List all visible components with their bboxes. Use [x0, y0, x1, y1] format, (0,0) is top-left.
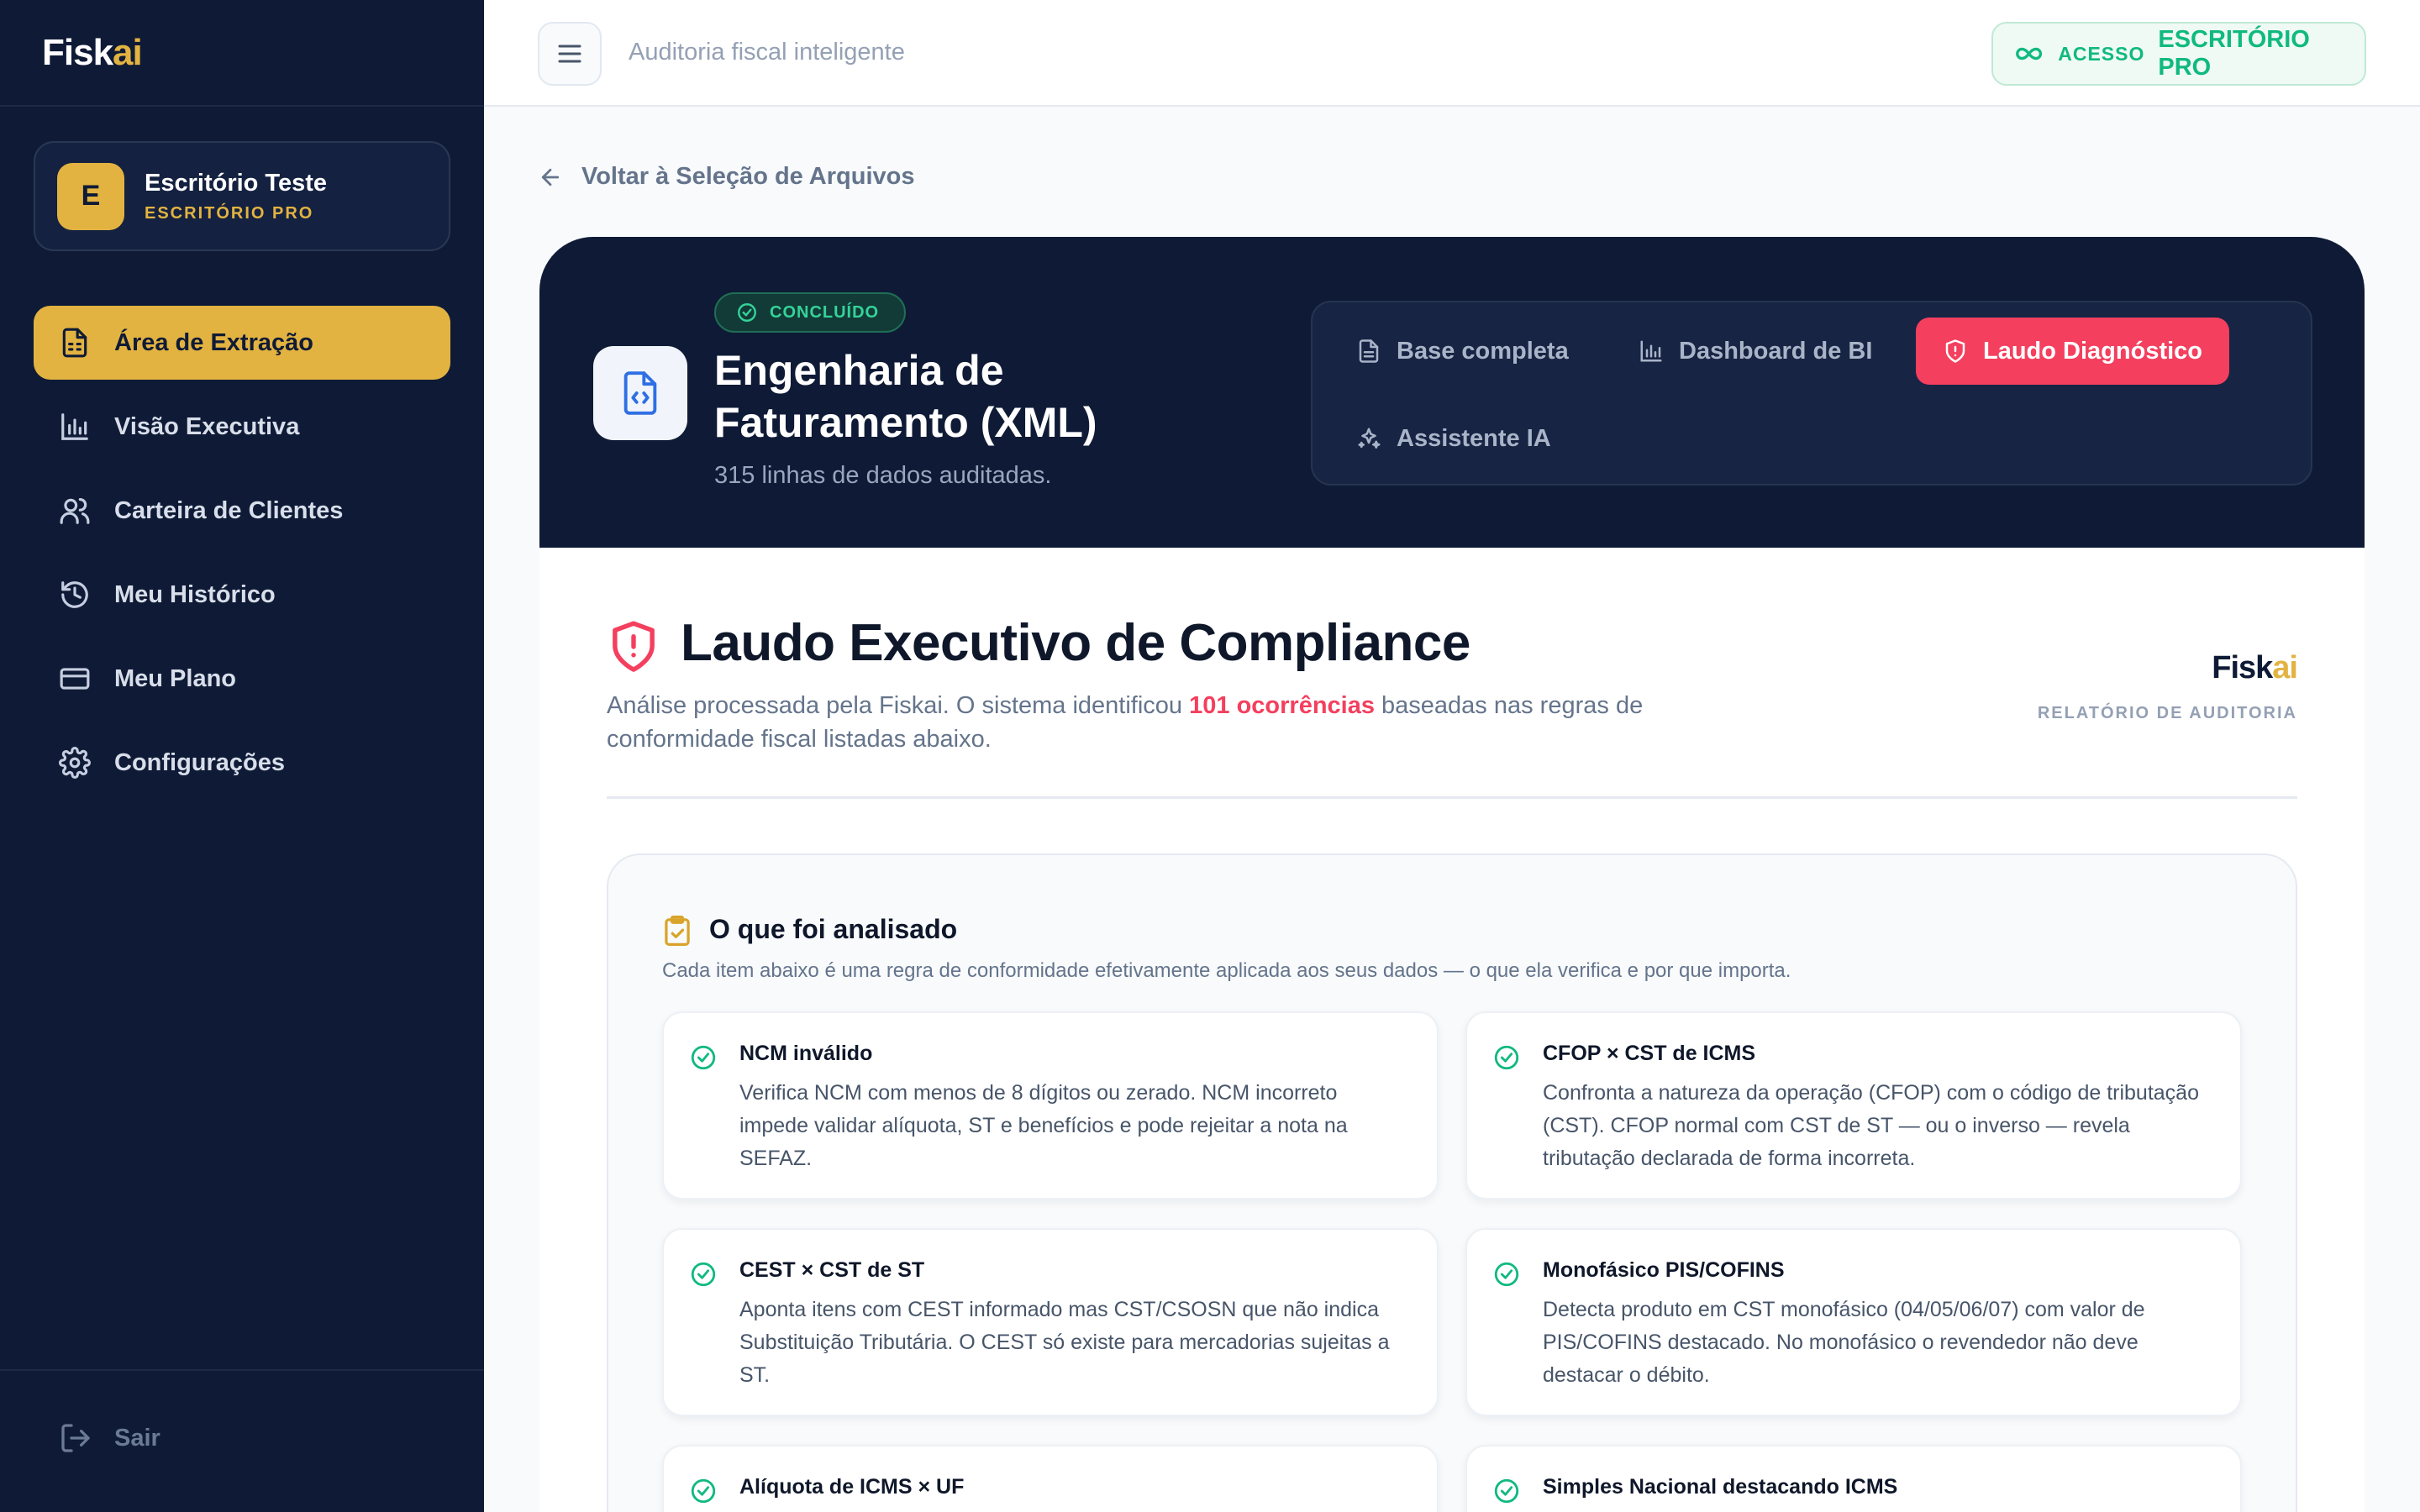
history-icon: [61, 581, 88, 608]
sidebar: Fisk ai E Escritório Teste ESCRITÓRIO PRO…: [0, 0, 484, 1512]
logout-button[interactable]: Sair: [59, 1421, 160, 1455]
sparkles-icon: [1358, 428, 1381, 449]
sidebar-item-visao-executiva[interactable]: Visão Executiva: [34, 390, 450, 464]
tab-label: Base completa: [1397, 337, 1569, 365]
rule-title: NCM inválido: [739, 1042, 873, 1065]
access-plan: ESCRITÓRIO PRO: [2158, 26, 2310, 81]
analysis-subtitle: Cada item abaixo é uma regra de conformi…: [662, 959, 1791, 982]
check-circle-icon: [1494, 1478, 1519, 1504]
tab-label: Laudo Diagnóstico: [1983, 337, 2202, 365]
sidebar-item-carteira-de-clientes[interactable]: Carteira de Clientes: [34, 474, 450, 548]
check-circle-icon: [1494, 1045, 1519, 1070]
menu-toggle-button[interactable]: [538, 22, 602, 86]
shield-icon: [1945, 339, 1965, 363]
access-badge[interactable]: ACESSO ESCRITÓRIO PRO: [1991, 22, 2366, 86]
compliance-report: Laudo Executivo de Compliance Análise pr…: [539, 548, 2365, 1512]
users-icon: [60, 497, 90, 524]
rule-title: Alíquota de ICMS × UF: [739, 1475, 965, 1499]
analysis-panel: O que foi analisado Cada item abaixo é u…: [607, 853, 2297, 1512]
file-header: CONCLUÍDO Engenharia de Faturamento (XML…: [539, 237, 2365, 548]
occurrences-count: 101 ocorrências: [1189, 692, 1375, 719]
back-label: Voltar à Seleção de Arquivos: [581, 163, 915, 190]
rule-card: Alíquota de ICMS × UF: [662, 1445, 1439, 1512]
report-brand-caption: RELATÓRIO DE AUDITORIA: [2037, 704, 2297, 722]
sidebar-item-label: Configurações: [114, 748, 286, 776]
sidebar-item-configuracoes[interactable]: Configurações: [34, 726, 450, 800]
account-card[interactable]: E Escritório Teste ESCRITÓRIO PRO: [34, 141, 450, 251]
tab-dashboard-de-bi[interactable]: Dashboard de BI: [1612, 318, 1899, 385]
report-title: Laudo Executivo de Compliance: [681, 614, 1470, 672]
report-brand-logo: Fiskai: [2212, 650, 2298, 685]
tab-laudo-diagnostico[interactable]: Laudo Diagnóstico: [1916, 318, 2229, 385]
rule-description: Aponta itens com CEST informado mas CST/…: [739, 1298, 1390, 1387]
credit-card-icon: [60, 668, 90, 690]
file-subtitle: 315 linhas de dados auditadas.: [714, 462, 1052, 489]
view-tabs: Base completa Dashboard de BI Laudo Diag…: [1311, 301, 2312, 486]
sidebar-footer: Sair: [0, 1369, 484, 1512]
divider: [607, 796, 2297, 799]
sidebar-item-label: Meu Plano: [114, 664, 237, 692]
sidebar-item-meu-historico[interactable]: Meu Histórico: [34, 558, 450, 632]
bar-chart-icon: [1640, 340, 1662, 362]
back-link[interactable]: Voltar à Seleção de Arquivos: [538, 163, 914, 191]
rule-title: CEST × CST de ST: [739, 1258, 925, 1282]
document-icon: [62, 328, 87, 358]
hamburger-icon: [558, 45, 581, 63]
tab-label: Dashboard de BI: [1679, 337, 1873, 365]
rule-card: NCM inválido Verifica NCM com menos de 8…: [662, 1011, 1439, 1200]
rule-title: Simples Nacional destacando ICMS: [1543, 1475, 1898, 1499]
document-icon: [1359, 339, 1379, 363]
rule-card: CEST × CST de ST Aponta itens com CEST i…: [662, 1228, 1439, 1416]
sidebar-item-label: Carteira de Clientes: [114, 496, 344, 524]
rule-card: Monofásico PIS/COFINS Detecta produto em…: [1465, 1228, 2242, 1416]
tab-base-completa[interactable]: Base completa: [1329, 318, 1596, 385]
access-label: ACESSO: [2058, 42, 2145, 65]
logout-icon: [61, 1424, 90, 1452]
shield-alert-icon: [613, 621, 655, 672]
tab-assistente-ia[interactable]: Assistente IA: [1329, 405, 1578, 472]
account-name: Escritório Teste: [145, 169, 328, 197]
check-circle-icon: [691, 1045, 716, 1070]
status-label: CONCLUÍDO: [770, 302, 880, 322]
sidebar-item-label: Área de Extração: [114, 328, 313, 356]
analysis-title: O que foi analisado: [709, 914, 958, 944]
sidebar-item-meu-plano[interactable]: Meu Plano: [34, 642, 450, 716]
rule-description: Verifica NCM com menos de 8 dígitos ou z…: [739, 1081, 1348, 1170]
check-circle-icon: [691, 1262, 716, 1287]
infinity-icon: [2016, 47, 2043, 60]
sidebar-item-label: Meu Histórico: [114, 580, 276, 608]
rule-description: Detecta produto em CST monofásico (04/05…: [1543, 1298, 2145, 1387]
sidebar-nav: Área de Extração Visão Executiva Carteir…: [34, 306, 450, 810]
rule-title: Monofásico PIS/COFINS: [1543, 1258, 1785, 1282]
arrow-left-icon: [541, 168, 560, 186]
file-code-icon: [593, 346, 687, 440]
status-badge: CONCLUÍDO: [714, 292, 907, 333]
sidebar-item-label: Visão Executiva: [114, 412, 300, 440]
check-circle-icon: [738, 303, 756, 322]
tab-label: Assistente IA: [1397, 424, 1551, 452]
rule-title: CFOP × CST de ICMS: [1543, 1042, 1756, 1065]
gear-icon: [59, 747, 91, 779]
clipboard-check-icon: [665, 915, 690, 946]
sidebar-item-area-de-extracao[interactable]: Área de Extração: [34, 306, 450, 380]
topbar: Auditoria fiscal inteligente ACESSO ESCR…: [484, 0, 2420, 107]
check-circle-icon: [1494, 1262, 1519, 1287]
rule-description: Confronta a natureza da operação (CFOP) …: [1543, 1081, 2199, 1170]
page-subtitle: Auditoria fiscal inteligente: [629, 39, 905, 66]
check-circle-icon: [691, 1478, 716, 1504]
rule-card: Simples Nacional destacando ICMS: [1465, 1445, 2242, 1512]
brand-logo[interactable]: Fisk ai: [0, 0, 484, 107]
account-plan: ESCRITÓRIO PRO: [145, 203, 314, 223]
rule-card: CFOP × CST de ICMS Confronta a natureza …: [1465, 1011, 2242, 1200]
logout-label: Sair: [114, 1424, 160, 1452]
bar-chart-icon: [61, 413, 88, 440]
avatar: E: [57, 162, 124, 230]
report-description: Análise processada pela Fiskai. O sistem…: [607, 692, 1644, 753]
file-title: Engenharia de Faturamento (XML): [714, 347, 1097, 446]
